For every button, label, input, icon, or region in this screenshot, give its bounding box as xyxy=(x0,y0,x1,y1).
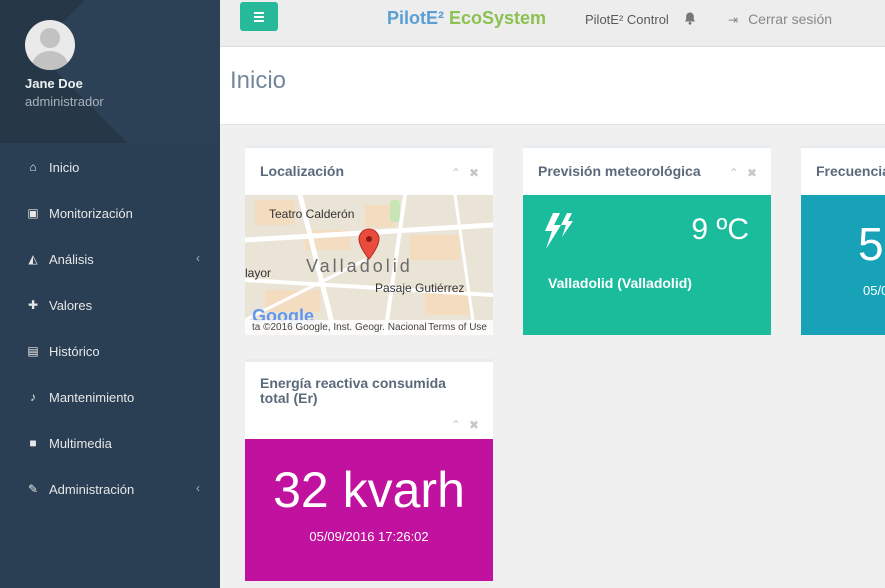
control-link[interactable]: PilotE² Control xyxy=(585,12,669,27)
brand-logo[interactable]: PilotE² EcoSystem xyxy=(387,8,546,29)
area-chart-icon: ◭ xyxy=(28,252,38,266)
collapse-icon[interactable]: ⌃ xyxy=(729,166,739,180)
sidebar-item-label: Monitorización xyxy=(49,205,133,221)
weather-panel: Previsión meteorológica ⌃ ✖ 9 ºC Valladol… xyxy=(523,145,771,335)
chevron-left-icon: ‹ xyxy=(196,251,200,265)
reactive-energy-date: 05/09/2016 17:26:02 xyxy=(309,529,429,544)
sidebar-item-label: Valores xyxy=(49,297,93,313)
reactive-energy-panel-title: Energía reactiva consumida total (Er) xyxy=(260,375,446,406)
collapse-icon[interactable]: ⌃ xyxy=(451,166,461,180)
sidebar-item-monitorizacion[interactable]: ▣ Monitorización xyxy=(0,190,220,236)
reactive-energy-body: 32 kvarh 05/09/2016 17:26:02 xyxy=(245,439,493,581)
edit-icon: ✎ xyxy=(27,482,39,496)
panel-tools: ⌃ ✖ xyxy=(443,418,479,432)
puzzle-icon: ✚ xyxy=(27,298,39,312)
avatar[interactable] xyxy=(25,20,75,70)
sidebar-item-multimedia[interactable]: ■ Multimedia xyxy=(0,420,220,466)
sidebar-item-mantenimiento[interactable]: ♪ Mantenimiento xyxy=(0,374,220,420)
frequency-body: 5 05/0 xyxy=(801,195,885,335)
frequency-panel-title: Frecuencia xyxy=(816,163,885,179)
sidebar-item-label: Inicio xyxy=(49,159,80,175)
weather-panel-title: Previsión meteorológica xyxy=(538,163,701,179)
reactive-energy-panel: Energía reactiva consumida total (Er) ⌃ ✖… xyxy=(245,359,493,581)
page-title: Inicio xyxy=(230,67,287,94)
notifications-bell-icon[interactable] xyxy=(684,12,696,28)
panel-tools: ⌃ ✖ xyxy=(721,166,757,180)
frequency-date: 05/0 xyxy=(863,283,885,298)
sidebar-item-label: Administración xyxy=(49,481,135,497)
sidebar-item-analisis[interactable]: ◭ Análisis ‹ xyxy=(0,236,220,282)
close-icon[interactable]: ✖ xyxy=(469,166,479,180)
sidebar-item-label: Histórico xyxy=(49,343,100,359)
map-label-mayor: layor xyxy=(245,266,272,280)
panel-tools: ⌃ ✖ xyxy=(443,166,479,180)
monitor-icon: ▣ xyxy=(27,206,39,220)
top-navbar: PilotE² EcoSystem PilotE² Control ⇥ Cerra… xyxy=(220,0,885,47)
chevron-left-icon: ‹ xyxy=(196,481,200,495)
weather-location: Valladolid (Valladolid) xyxy=(548,275,692,291)
map-label-theatre: Teatro Calderón xyxy=(269,207,355,221)
sidebar: Jane Doe administrador ⌂ Inicio ▣ Monitoriz… xyxy=(0,0,220,588)
close-icon[interactable]: ✖ xyxy=(469,418,479,432)
home-icon: ⌂ xyxy=(29,160,37,174)
video-camera-icon: ■ xyxy=(29,436,37,450)
sidebar-menu: ⌂ Inicio ▣ Monitorización ◭ Análisis ‹ ✚ Valores… xyxy=(0,144,220,512)
profile-section: Jane Doe administrador xyxy=(0,0,220,143)
user-name: Jane Doe xyxy=(25,76,83,91)
frequency-panel: Frecuencia 5 05/0 xyxy=(801,145,885,335)
weather-body: 9 ºC Valladolid (Valladolid) xyxy=(523,195,771,335)
file-icon: ▤ xyxy=(27,344,39,358)
user-role: administrador xyxy=(25,94,104,109)
sidebar-item-label: Mantenimiento xyxy=(49,389,135,405)
close-icon[interactable]: ✖ xyxy=(747,166,757,180)
terms-of-use-link[interactable]: Terms of Use xyxy=(428,320,487,335)
hamburger-icon xyxy=(254,11,264,14)
sign-out-icon: ⇥ xyxy=(728,13,739,27)
frequency-value: 5 xyxy=(858,218,884,270)
sidebar-item-label: Análisis xyxy=(49,251,94,267)
location-panel: Localización ⌃ ✖ Teatro Calderón layor Pa… xyxy=(245,145,493,335)
weather-temperature: 9 ºC xyxy=(691,213,749,246)
sidebar-item-administracion[interactable]: ✎ Administración ‹ xyxy=(0,466,220,512)
map-view[interactable]: Teatro Calderón layor Pasaje Gutiérrez V… xyxy=(245,195,493,335)
bell-icon: ♪ xyxy=(30,390,36,404)
page-header: Inicio xyxy=(220,47,885,125)
logout-link[interactable]: ⇥ Cerrar sesión xyxy=(728,11,832,27)
menu-toggle-button[interactable] xyxy=(240,2,278,31)
thunderstorm-icon xyxy=(541,211,575,256)
collapse-icon[interactable]: ⌃ xyxy=(451,418,461,432)
sidebar-item-inicio[interactable]: ⌂ Inicio xyxy=(0,144,220,190)
location-panel-title: Localización xyxy=(260,163,345,179)
map-label-pasaje: Pasaje Gutiérrez xyxy=(375,281,465,295)
map-attribution: ta ©2016 Google, Inst. Geogr. Nacional T… xyxy=(245,320,493,335)
sidebar-item-valores[interactable]: ✚ Valores xyxy=(0,282,220,328)
sidebar-item-label: Multimedia xyxy=(49,435,112,451)
sidebar-item-historico[interactable]: ▤ Histórico xyxy=(0,328,220,374)
reactive-energy-value: 32 kvarh xyxy=(273,462,465,518)
map-city-label: Valladolid xyxy=(306,256,413,276)
